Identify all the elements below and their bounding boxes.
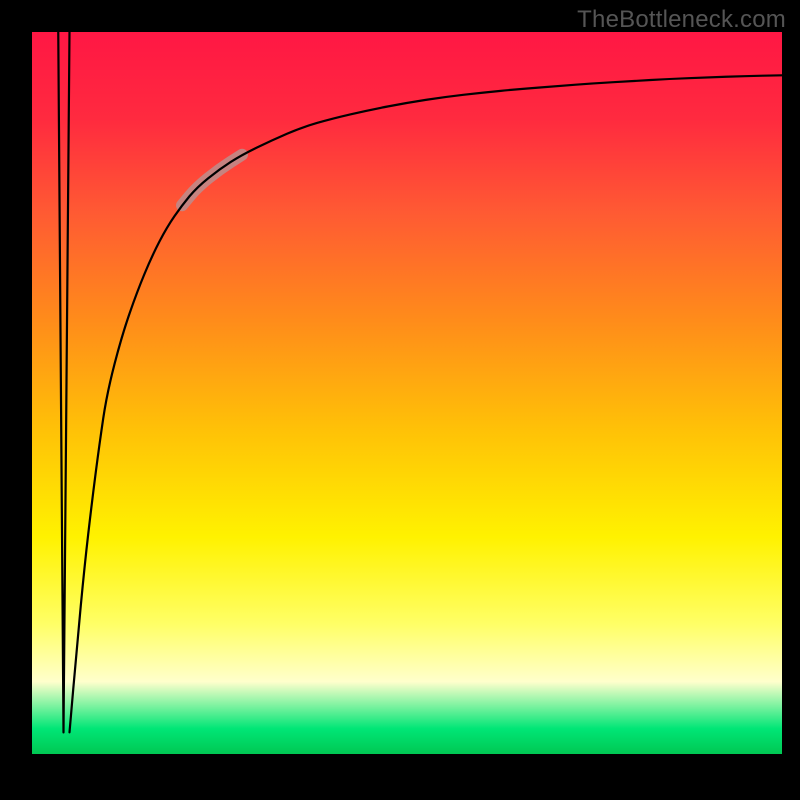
chart-container [0, 0, 800, 800]
chart-plot-area [32, 32, 782, 754]
chart-svg [0, 0, 800, 800]
watermark: TheBottleneck.com [577, 6, 786, 34]
